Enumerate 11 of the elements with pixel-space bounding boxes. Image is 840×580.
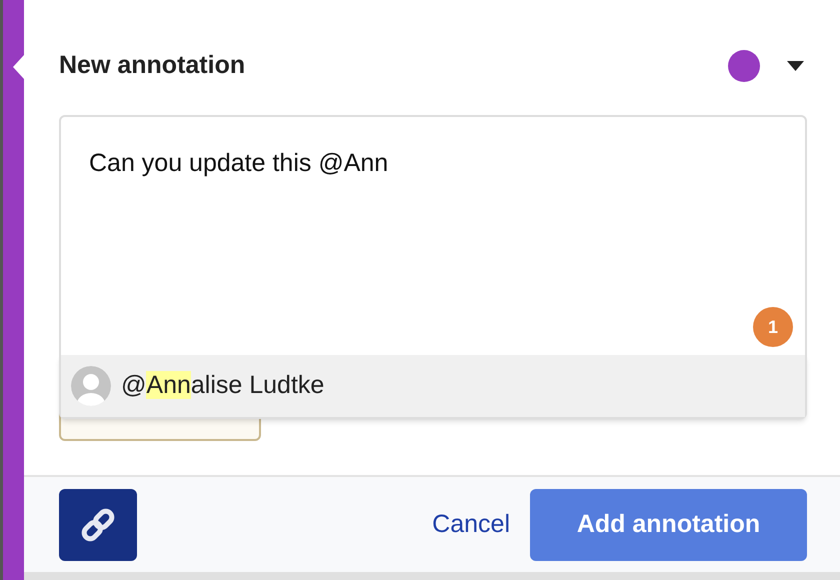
count-badge: 1	[753, 307, 793, 347]
cancel-link[interactable]: Cancel	[432, 506, 510, 544]
avatar-icon	[71, 366, 111, 406]
pointer-notch-icon	[13, 55, 24, 79]
panel-title: New annotation	[59, 50, 246, 82]
add-annotation-button[interactable]: Add annotation	[530, 488, 807, 560]
link-button[interactable]	[59, 488, 137, 560]
caret-icon	[787, 61, 804, 71]
suggestion-name: @Annalise Ludtke	[121, 370, 324, 402]
color-picker[interactable]	[728, 50, 804, 82]
suggestion-item[interactable]: @Annalise Ludtke	[61, 355, 805, 417]
